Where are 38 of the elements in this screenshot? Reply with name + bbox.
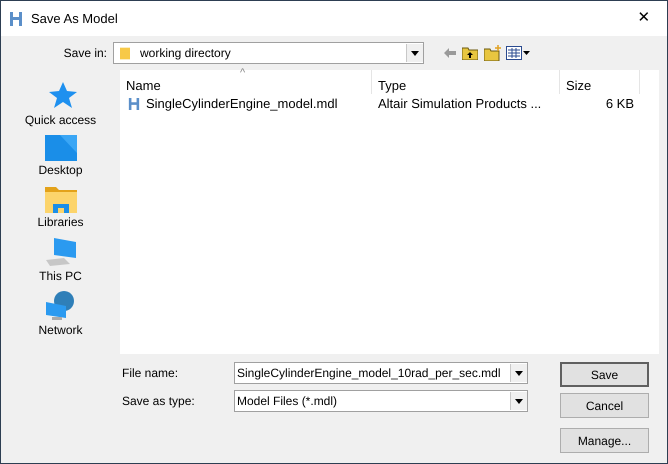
file-type-dropdown[interactable]: Model Files (*.mdl) xyxy=(234,390,528,412)
save-in-label: Save in: xyxy=(62,45,108,62)
file-type: Altair Simulation Products ... xyxy=(377,95,542,114)
view-menu-icon[interactable] xyxy=(506,46,530,60)
dialog-button[interactable]: Manage... xyxy=(560,428,649,453)
sidebar-item[interactable]: Network xyxy=(10,290,110,338)
sidebar-item[interactable]: Desktop xyxy=(10,134,110,178)
column-header[interactable]: Type xyxy=(372,70,560,94)
file-size: 6 KB xyxy=(604,95,635,114)
field-label: Save as type: xyxy=(121,393,196,410)
new-folder-icon[interactable] xyxy=(484,45,502,61)
close-button[interactable]: ✕ xyxy=(629,7,659,30)
file-row[interactable]: SingleCylinderEngine_model.mdl Altair Simulation Products ... 6 KB xyxy=(120,94,659,114)
file-name-field[interactable]: SingleCylinderEngine_model_10rad_per_sec.mdl xyxy=(234,362,528,384)
field-label: File name: xyxy=(121,365,180,382)
window-title: Save As Model xyxy=(31,10,118,28)
dropdown-button[interactable] xyxy=(406,44,423,62)
sidebar-item[interactable]: This PC xyxy=(10,236,110,284)
folder-icon xyxy=(44,184,78,214)
sidebar-item[interactable]: Quick access xyxy=(10,80,110,128)
computer-icon xyxy=(44,236,78,268)
save-in-value: working directory xyxy=(140,45,232,62)
folder-icon xyxy=(120,46,130,60)
column-header[interactable]: Size xyxy=(560,70,640,94)
dialog-button[interactable]: Cancel xyxy=(560,393,649,418)
caret-icon xyxy=(411,50,419,56)
sidebar-item[interactable]: Libraries xyxy=(10,184,110,230)
dialog-button[interactable]: Save xyxy=(560,362,649,387)
save-in-dropdown[interactable]: working directory xyxy=(113,42,424,64)
model-icon xyxy=(9,10,23,26)
model-icon xyxy=(128,97,140,111)
file-name: SingleCylinderEngine_model.mdl xyxy=(146,95,338,114)
dropdown-button[interactable] xyxy=(510,392,527,410)
up-folder-icon[interactable] xyxy=(462,46,478,60)
dropdown-button[interactable] xyxy=(510,364,527,382)
caret-icon xyxy=(515,398,523,404)
caret-icon xyxy=(515,370,523,376)
monitor-icon xyxy=(44,134,78,162)
